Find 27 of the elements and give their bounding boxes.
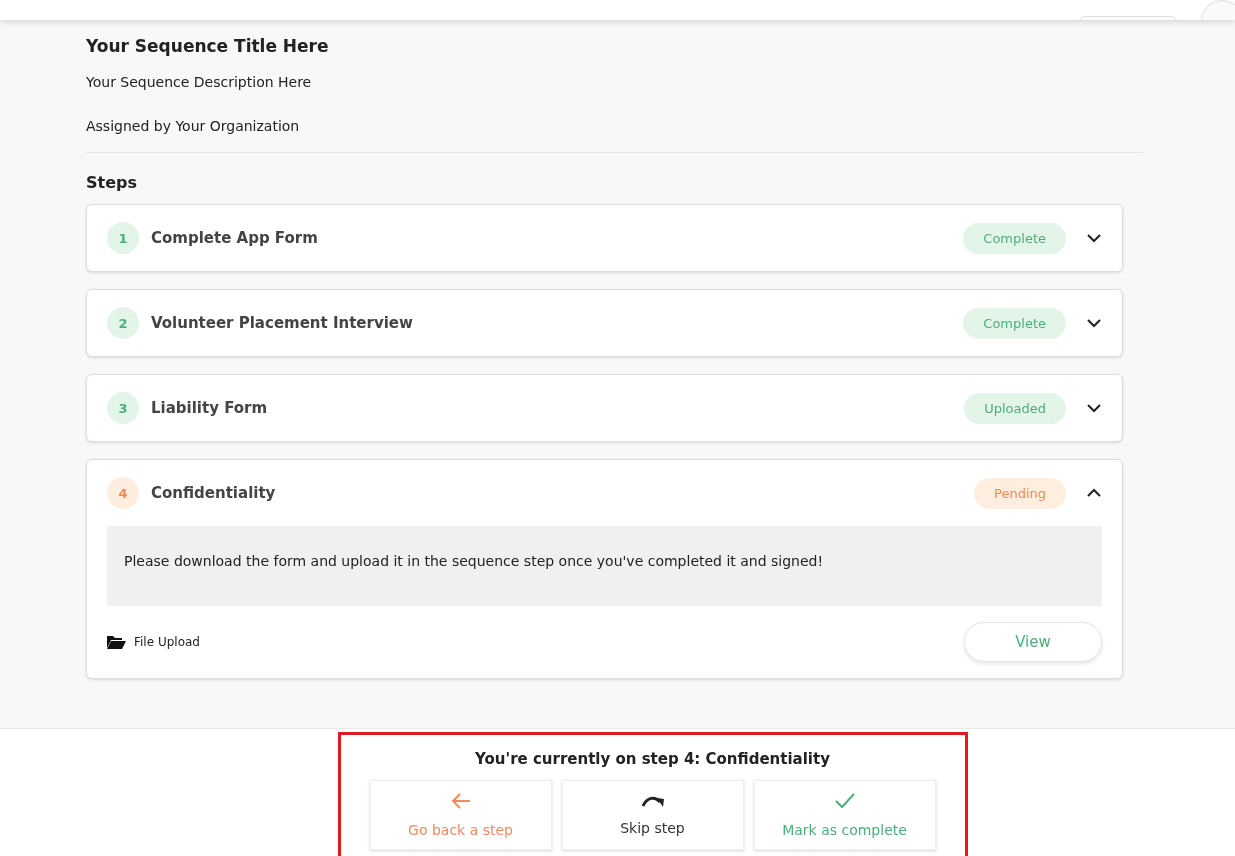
status-badge: Complete bbox=[963, 307, 1066, 339]
step-number: 2 bbox=[107, 307, 139, 339]
status-badge: Pending bbox=[974, 477, 1066, 509]
redo-arrow-icon bbox=[640, 794, 665, 808]
step-number: 3 bbox=[107, 392, 139, 424]
step-title: Volunteer Placement Interview bbox=[151, 314, 414, 332]
checkmark-icon bbox=[833, 792, 856, 810]
view-button[interactable]: View bbox=[964, 622, 1102, 662]
complete-button[interactable]: Mark as complete bbox=[753, 780, 936, 850]
status-badge: Complete bbox=[963, 222, 1066, 254]
step-title: Complete App Form bbox=[151, 229, 319, 247]
step-title: Liability Form bbox=[151, 399, 269, 417]
sequence-description: Your Sequence Description Here bbox=[86, 74, 313, 90]
folder-icon bbox=[107, 635, 126, 649]
instructions-text: Please download the form and upload it in the sequence step once you've completed it and signed! bbox=[107, 526, 1102, 606]
assigned-by-text: Assigned by Your Organization bbox=[86, 118, 1143, 153]
status-badge: Uploaded bbox=[964, 392, 1066, 424]
attachment-label: File Upload bbox=[134, 635, 200, 649]
skip-button[interactable]: Skip step bbox=[561, 780, 744, 850]
step-title: Confidentiality bbox=[151, 484, 277, 502]
go-back-button[interactable]: Go back a step bbox=[369, 780, 552, 850]
current-step-text: You're currently on step 4: Confidentiality bbox=[475, 750, 830, 768]
steps-heading: Steps bbox=[86, 173, 138, 192]
step-number: 1 bbox=[107, 222, 139, 254]
sequence-title: Your Sequence Title Here bbox=[86, 35, 330, 58]
arrow-left-icon bbox=[450, 792, 471, 810]
step-number: 4 bbox=[107, 477, 139, 509]
